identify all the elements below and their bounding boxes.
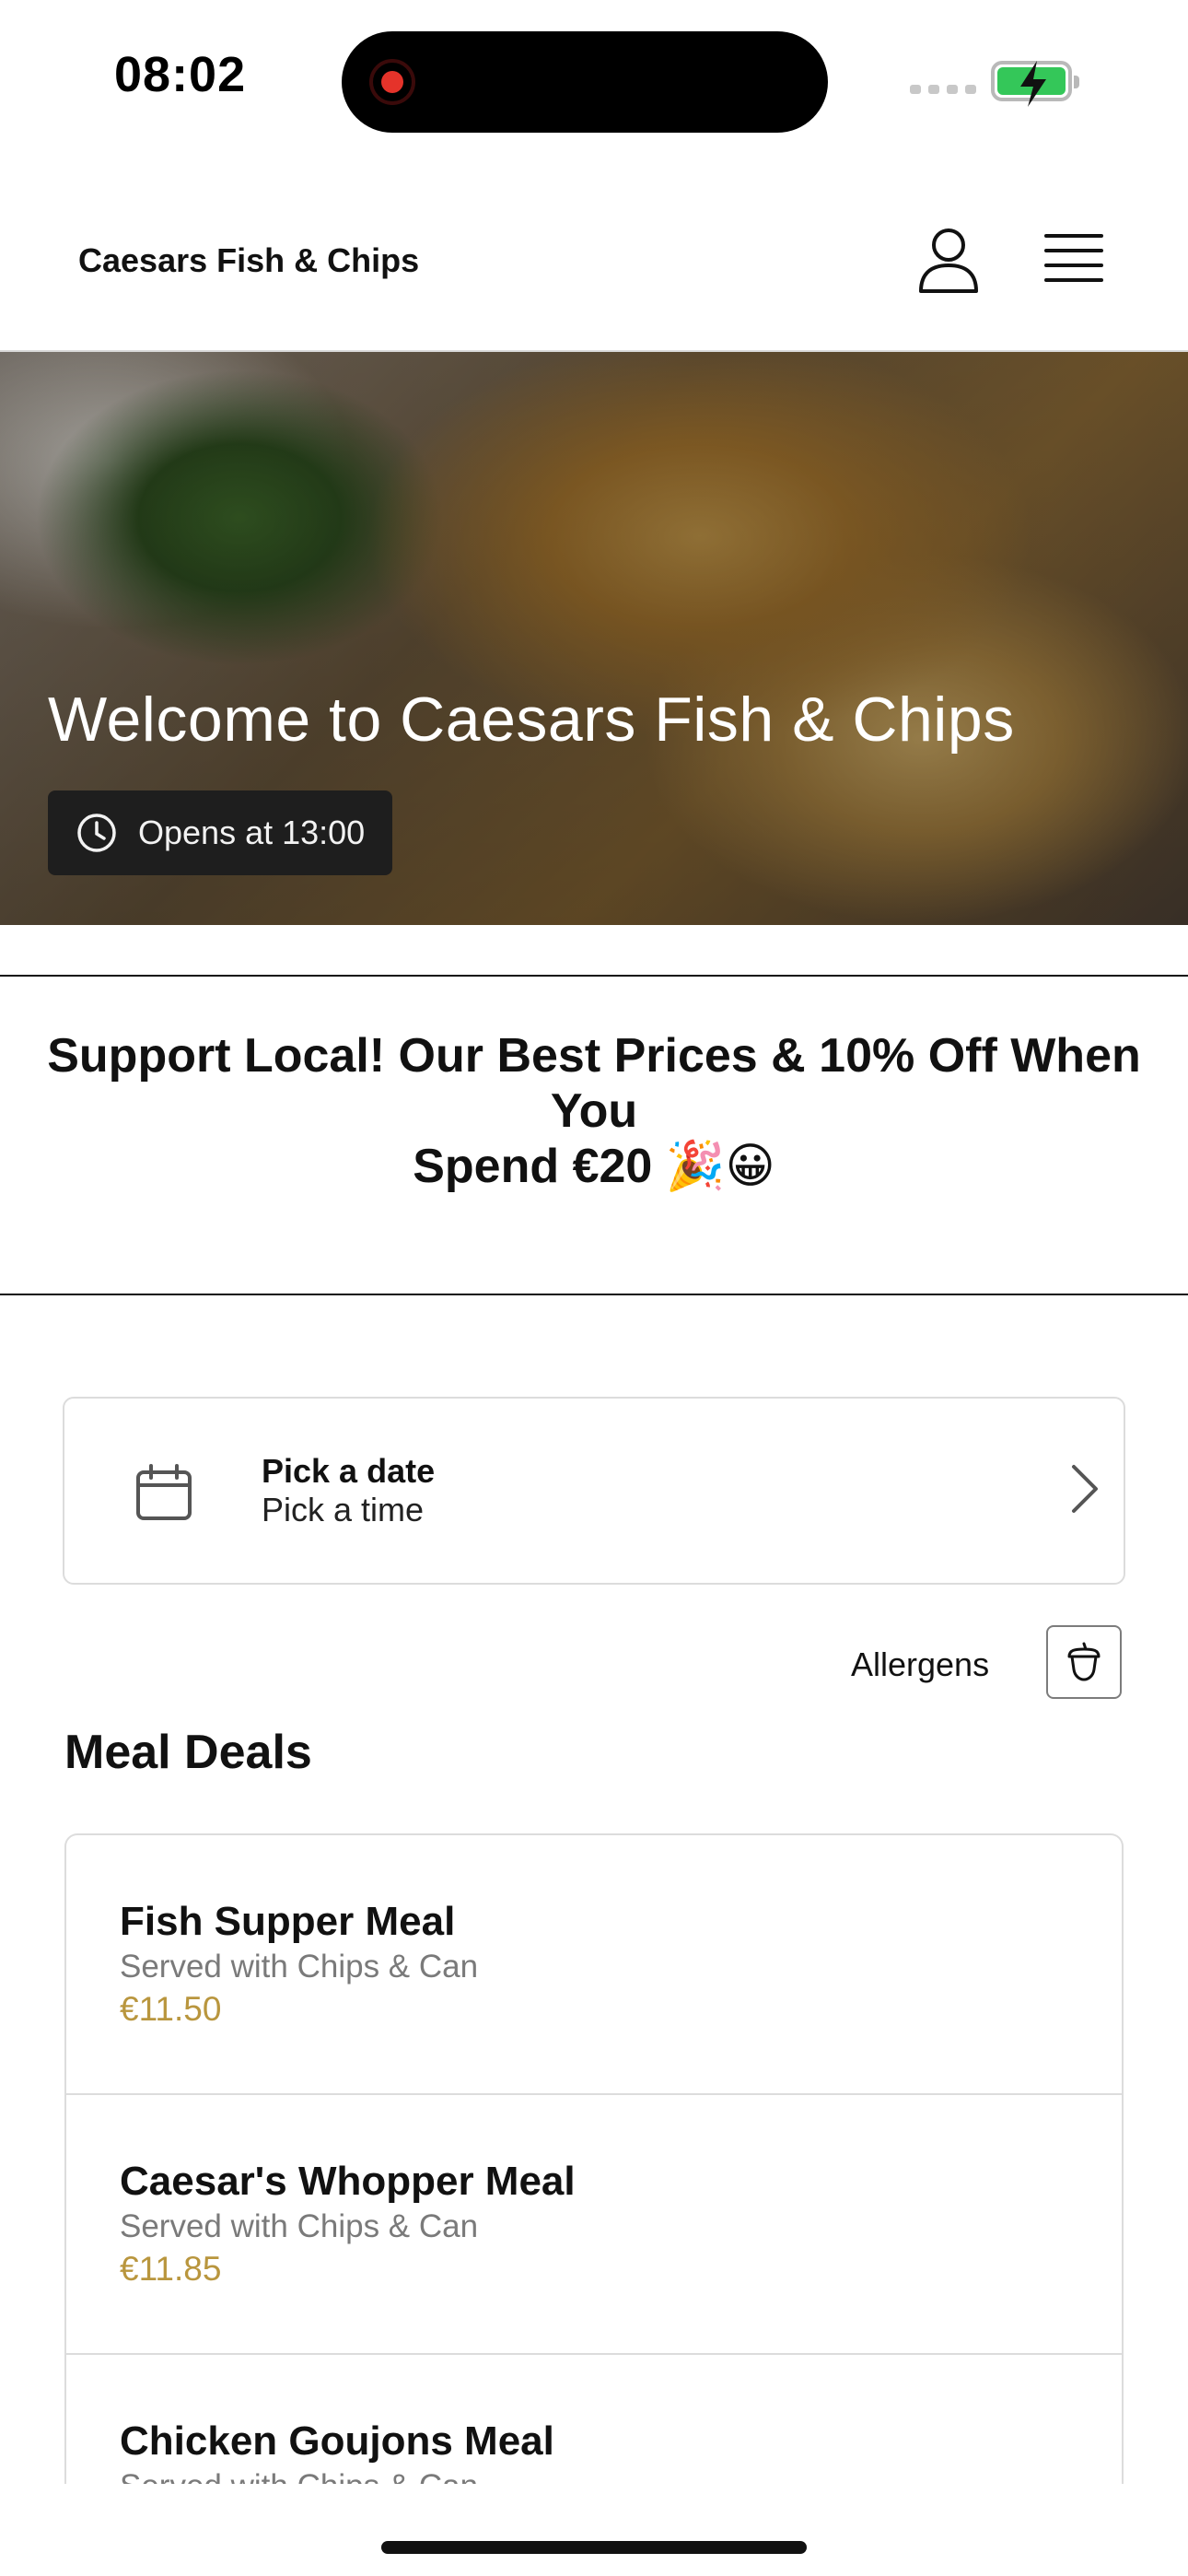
home-indicator[interactable] (381, 2541, 807, 2554)
menu-item[interactable]: Caesar's Whopper Meal Served with Chips … (66, 2095, 1122, 2355)
calendar-icon (136, 1464, 192, 1520)
acorn-icon (1067, 1642, 1101, 1681)
menu-item-list: Fish Supper Meal Served with Chips & Can… (64, 1833, 1124, 2484)
menu-section-title: Meal Deals (64, 1726, 312, 1779)
menu-item-description: Served with Chips & Can (120, 1949, 479, 1985)
menu-item[interactable]: Fish Supper Meal Served with Chips & Can… (66, 1835, 1122, 2095)
menu-item[interactable]: Chicken Goujons Meal Served with Chips &… (66, 2355, 1122, 2484)
opening-hours-text: Opens at 13:00 (138, 814, 366, 851)
menu-item-description: Served with Chips & Can (120, 2465, 1122, 2484)
menu-item-name: Chicken Goujons Meal (120, 2418, 554, 2464)
recording-indicator-icon (369, 59, 415, 105)
pick-time-label: Pick a time (262, 1491, 425, 1528)
promo-line-1: Support Local! Our Best Prices & 10% Off… (47, 1029, 1141, 1138)
menu-item-price: €11.50 (120, 1990, 222, 2028)
promo-text: Support Local! Our Best Prices & 10% Off… (0, 1028, 1188, 1194)
date-time-picker[interactable]: Pick a date Pick a time (63, 1397, 1125, 1585)
allergens-label[interactable]: Allergens (851, 1645, 989, 1684)
app-header: Caesars Fish & Chips (0, 157, 1188, 352)
pick-date-label: Pick a date (262, 1452, 436, 1490)
allergens-button[interactable] (1046, 1625, 1122, 1699)
profile-icon (919, 228, 978, 293)
status-time: 08:02 (114, 47, 247, 102)
hero-title: Welcome to Caesars Fish & Chips (48, 685, 1015, 755)
restaurant-name[interactable]: Caesars Fish & Chips (78, 241, 419, 280)
menu-item-description: Served with Chips & Can (120, 2208, 479, 2244)
menu-item-name: Caesar's Whopper Meal (120, 2159, 576, 2204)
chevron-right-icon (1072, 1465, 1098, 1513)
cellular-signal-icon (910, 85, 976, 94)
clock-icon (77, 814, 116, 852)
promo-line-2: Spend €20 🎉😀 (413, 1140, 775, 1193)
menu-item-name: Fish Supper Meal (120, 1899, 456, 1944)
profile-button[interactable] (917, 227, 980, 293)
hero-banner: Welcome to Caesars Fish & Chips Opens at… (0, 352, 1188, 925)
dynamic-island (342, 31, 828, 133)
opening-hours-badge: Opens at 13:00 (48, 790, 393, 875)
battery-charging-icon (991, 61, 1079, 107)
status-bar: 08:02 (0, 0, 1188, 157)
menu-item-price: €11.85 (120, 2250, 222, 2288)
hamburger-menu-button[interactable] (1044, 232, 1103, 287)
promo-banner: Support Local! Our Best Prices & 10% Off… (0, 975, 1188, 1295)
